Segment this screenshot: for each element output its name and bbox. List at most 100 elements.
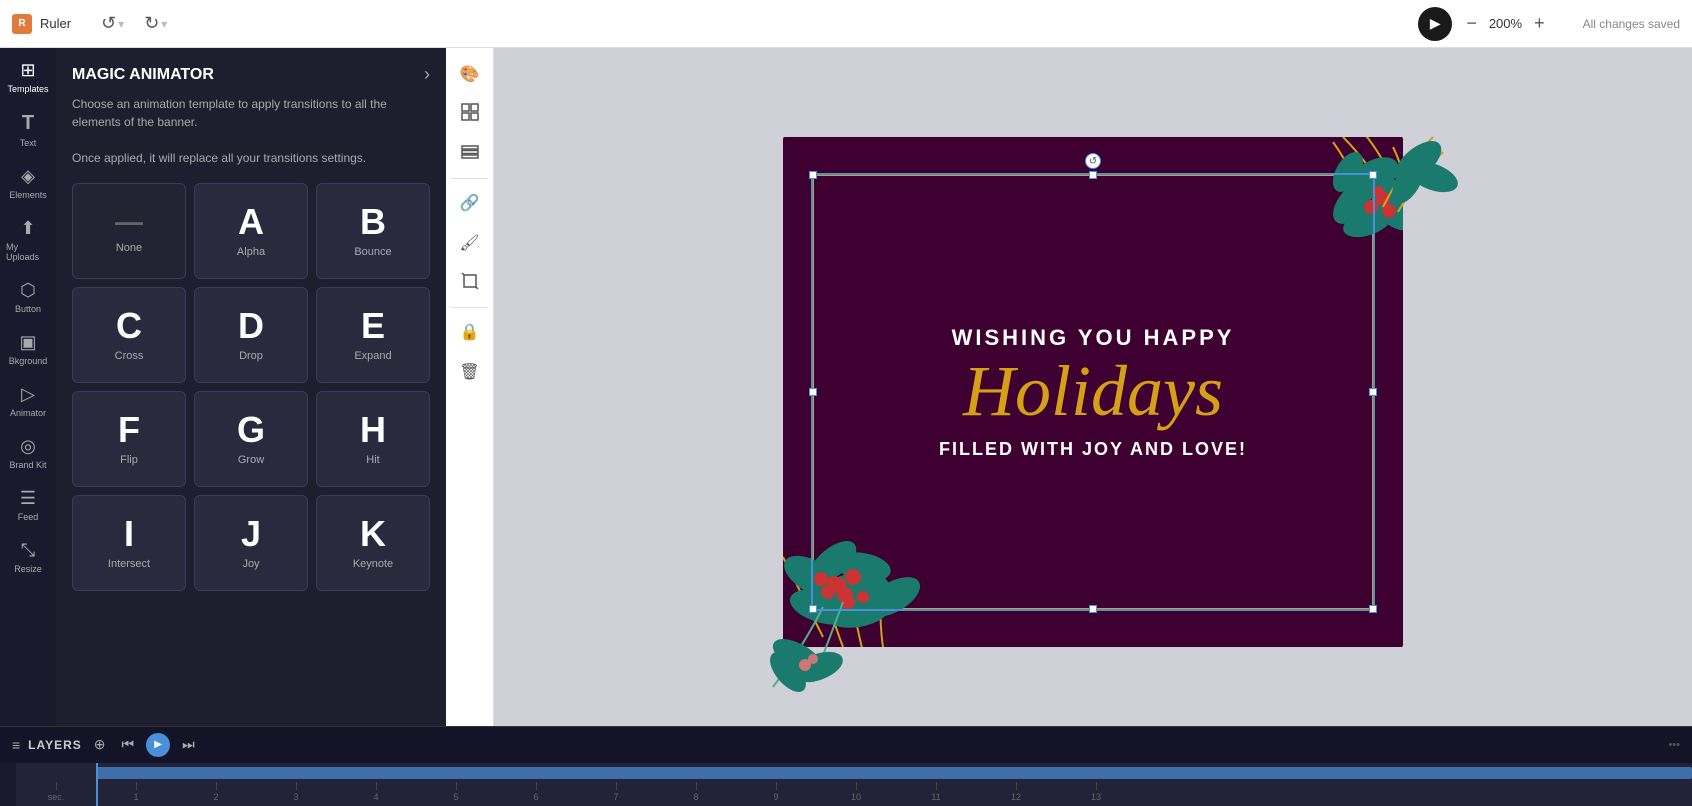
timeline-ruler-inner: sec. 1 2 3 4 (16, 763, 1692, 806)
toolbar-divider (451, 178, 489, 179)
link-tool-button[interactable]: 🔗 (452, 185, 488, 221)
anim-card-label: Cross (115, 350, 144, 362)
anim-card-flip[interactable]: F Flip (72, 391, 186, 487)
group-tool-button[interactable] (452, 96, 488, 132)
panel-close-button[interactable]: › (424, 64, 430, 85)
topbar: R Ruler ↺ ▾ ↻ ▾ ▶ − 200% + All changes s… (0, 0, 1692, 48)
palette-tool-button[interactable]: 🎨 (452, 56, 488, 92)
lock-icon: 🔒 (460, 322, 480, 342)
panel-header: MAGIC ANIMATOR › (72, 64, 430, 85)
layers-label: LAYERS (28, 738, 82, 752)
redo-button[interactable]: ↻ ▾ (138, 9, 173, 38)
ruler-mark: 4 (336, 782, 416, 802)
group-icon (461, 103, 479, 126)
brand-kit-icon: ◎ (20, 436, 36, 457)
button-icon: ⬡ (20, 280, 36, 301)
animation-panel: MAGIC ANIMATOR › Choose an animation tem… (56, 48, 446, 726)
sidebar-item-templates[interactable]: ⊞ Templates (2, 52, 54, 102)
anim-card-letter: H (360, 412, 386, 448)
anim-card-label: Grow (238, 454, 264, 466)
crop-tool-button[interactable] (452, 265, 488, 301)
redo-dropdown[interactable]: ▾ (161, 17, 167, 31)
main-area: ⊞ Templates T Text ◈ Elements ⬆ My Uploa… (0, 48, 1692, 726)
sidebar-item-animator[interactable]: ▷ Animator (2, 376, 54, 426)
sidebar-item-button[interactable]: ⬡ Button (2, 272, 54, 322)
timeline-next-button[interactable]: ⏭ (178, 734, 199, 755)
timeline-play-button[interactable]: ▶ (146, 733, 170, 757)
ruler-mark: 10 (816, 782, 896, 802)
sidebar-item-feed[interactable]: ☰ Feed (2, 480, 54, 530)
anim-card-joy[interactable]: J Joy (194, 495, 308, 591)
bottom-bar: ≡ LAYERS ⊕ ⏮ ▶ ⏭ ••• sec. 1 2 (0, 726, 1692, 806)
undo-dropdown[interactable]: ▾ (118, 17, 124, 31)
right-toolbar: 🎨 🔗 (446, 48, 494, 726)
timeline-header: ≡ LAYERS ⊕ ⏮ ▶ ⏭ ••• (0, 727, 1692, 763)
canvas-wrapper: WISHING YOU HAPPY Holidays FILLED WITH J… (773, 127, 1413, 647)
anim-card-label: Flip (120, 454, 138, 466)
anim-card-label: Joy (242, 558, 259, 570)
panel-description: Choose an animation template to apply tr… (72, 95, 430, 167)
anim-card-cross[interactable]: C Cross (72, 287, 186, 383)
anim-card-letter: F (118, 412, 140, 448)
sidebar-item-resize[interactable]: ⤡ Resize (2, 532, 54, 582)
anim-card-label: Bounce (354, 246, 391, 258)
anim-card-alpha[interactable]: A Alpha (194, 183, 308, 279)
delete-tool-button[interactable]: 🗑 (452, 354, 488, 390)
layers-icon: ≡ (12, 737, 20, 753)
anim-card-label: Drop (239, 350, 263, 362)
save-status: All changes saved (1583, 17, 1680, 31)
undo-icon: ↺ (101, 13, 116, 34)
play-button[interactable]: ▶ (1418, 7, 1452, 41)
card-line1: WISHING YOU HAPPY (952, 325, 1235, 351)
sidebar-item-uploads[interactable]: ⬆ My Uploads (2, 210, 54, 270)
animator-icon: ▷ (21, 384, 35, 405)
anim-card-letter: B (360, 204, 386, 240)
ruler-mark: 9 (736, 782, 816, 802)
link-icon: 🔗 (460, 193, 480, 213)
ruler-label: Ruler (40, 16, 71, 31)
timeline-prev-button[interactable]: ⏮ (117, 734, 138, 755)
anim-card-letter: C (116, 308, 142, 344)
anim-card-letter: A (238, 204, 264, 240)
anim-card-letter: D (238, 308, 264, 344)
uploads-icon: ⬆ (20, 218, 35, 239)
timeline-add-button[interactable]: ⊕ (90, 734, 110, 755)
anim-card-hit[interactable]: H Hit (316, 391, 430, 487)
anim-card-grow[interactable]: G Grow (194, 391, 308, 487)
anim-card-intersect[interactable]: I Intersect (72, 495, 186, 591)
playhead[interactable] (96, 763, 98, 806)
elements-icon: ◈ (21, 166, 35, 187)
zoom-level: 200% (1489, 16, 1522, 31)
sidebar-item-text[interactable]: T Text (2, 104, 54, 156)
layers-tool-button[interactable] (452, 136, 488, 172)
anim-card-label: Alpha (237, 246, 265, 258)
sidebar-item-label: Button (15, 304, 41, 314)
redo-icon: ↻ (144, 13, 159, 34)
anim-card-drop[interactable]: D Drop (194, 287, 308, 383)
sidebar-item-label: My Uploads (6, 242, 50, 262)
paint-tool-button[interactable]: 🖌 (452, 225, 488, 261)
anim-card-expand[interactable]: E Expand (316, 287, 430, 383)
feed-icon: ☰ (20, 488, 36, 509)
zoom-in-button[interactable]: + (1528, 11, 1551, 36)
anim-card-keynote[interactable]: K Keynote (316, 495, 430, 591)
sidebar-item-bkground[interactable]: ▣ Bkground (2, 324, 54, 374)
anim-card-none[interactable]: — None (72, 183, 186, 279)
anim-card-bounce[interactable]: B Bounce (316, 183, 430, 279)
lock-tool-button[interactable]: 🔒 (452, 314, 488, 350)
canvas-area[interactable]: WISHING YOU HAPPY Holidays FILLED WITH J… (494, 48, 1692, 726)
sidebar-item-elements[interactable]: ◈ Elements (2, 158, 54, 208)
zoom-out-button[interactable]: − (1460, 11, 1483, 36)
timeline-ruler: sec. 1 2 3 4 (0, 763, 1692, 806)
sidebar-item-label: Animator (10, 408, 46, 418)
sidebar-item-label: Bkground (9, 356, 48, 366)
ruler-mark: 1 (96, 782, 176, 802)
sidebar-item-label: Templates (7, 84, 48, 94)
ruler-mark: 13 (1056, 782, 1136, 802)
crop-icon (461, 272, 479, 295)
sidebar-item-brand-kit[interactable]: ◎ Brand Kit (2, 428, 54, 478)
ruler-mark: 11 (896, 782, 976, 802)
undo-button[interactable]: ↺ ▾ (95, 9, 130, 38)
paint-icon: 🖌 (459, 233, 479, 253)
ruler-mark: 7 (576, 782, 656, 802)
